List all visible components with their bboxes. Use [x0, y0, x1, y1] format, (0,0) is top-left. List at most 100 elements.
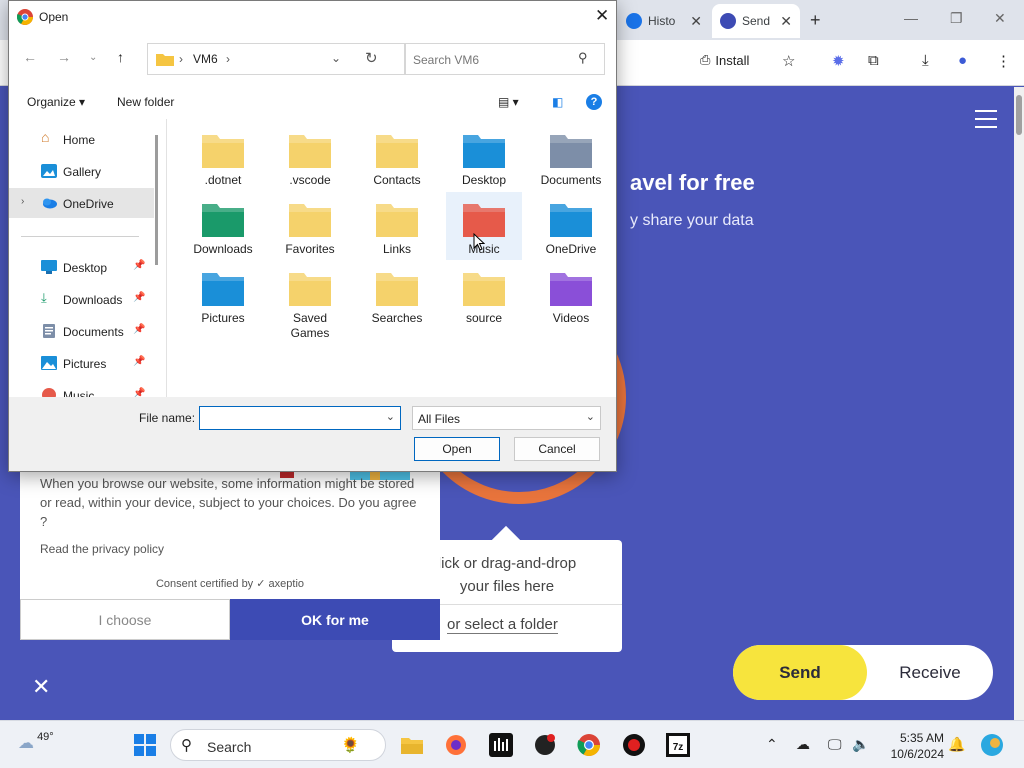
recent-chevron-icon[interactable]: ⌄	[89, 52, 97, 63]
breadcrumb-chevron-icon[interactable]: ›	[226, 52, 230, 66]
hamburger-menu-icon[interactable]	[975, 110, 997, 134]
audio-app-icon[interactable]	[489, 733, 513, 757]
file-item[interactable]: Videos	[533, 261, 609, 329]
address-dropdown-icon[interactable]: ⌄	[331, 51, 341, 65]
file-item[interactable]: Saved Games	[272, 261, 348, 340]
close-icon[interactable]: ✕	[690, 13, 702, 30]
file-explorer-icon[interactable]	[400, 733, 424, 757]
7zip-icon[interactable]: 7z	[666, 733, 690, 757]
obs-app-icon[interactable]	[533, 733, 557, 757]
firefox-icon[interactable]	[444, 733, 468, 757]
file-item[interactable]: Documents	[533, 123, 609, 191]
expand-chevron-icon[interactable]: ›	[21, 196, 24, 207]
nav-item-documents[interactable]: Documents 📌	[9, 316, 154, 346]
file-item[interactable]: Links	[359, 192, 435, 260]
file-item[interactable]: Favorites	[272, 192, 348, 260]
breadcrumb-vm6[interactable]: VM6	[193, 52, 218, 66]
nav-item-music[interactable]: Music 📌	[9, 380, 154, 397]
search-box[interactable]: Search VM6 ⚲	[405, 43, 605, 75]
weather-widget[interactable]: ☁ 49°	[18, 731, 54, 753]
file-name-input[interactable]: ⌄	[199, 406, 401, 430]
file-item[interactable]: Desktop	[446, 123, 522, 191]
dialog-close-icon[interactable]: ✕	[595, 6, 609, 26]
file-item[interactable]: OneDrive	[533, 192, 609, 260]
folder-icon	[202, 204, 244, 237]
onedrive-offline-icon[interactable]: ☁	[796, 736, 810, 753]
file-item[interactable]: Downloads	[185, 192, 261, 260]
back-arrow-icon[interactable]: ←	[23, 49, 37, 65]
select-folder-link[interactable]: or select a folder	[447, 616, 558, 634]
home-icon: ⌂	[41, 129, 50, 145]
file-item[interactable]: Searches	[359, 261, 435, 329]
address-bar[interactable]: › VM6 › ⌄ ↻	[147, 43, 405, 75]
chrome-taskbar-icon[interactable]	[577, 733, 601, 757]
nav-label: OneDrive	[63, 197, 114, 211]
volume-icon[interactable]: 🔈	[852, 736, 869, 753]
tab-history[interactable]: Histo ✕	[618, 4, 710, 38]
search-icon[interactable]: ⚲	[578, 50, 588, 66]
cancel-button[interactable]: Cancel	[514, 437, 600, 461]
preview-pane-icon[interactable]: ◧	[552, 95, 563, 109]
close-icon[interactable]: ✕	[32, 674, 50, 700]
copilot-icon[interactable]	[980, 733, 1004, 757]
taskbar-search[interactable]: ⚲ Search 🌻	[170, 729, 386, 761]
privacy-policy-link[interactable]: Read the privacy policy	[40, 542, 164, 556]
i-choose-button[interactable]: I choose	[20, 599, 230, 640]
install-button[interactable]: ⎙ Install	[700, 52, 749, 68]
nav-scrollbar[interactable]	[154, 119, 160, 397]
cloud-icon: ☁	[18, 735, 34, 752]
page-scrollbar[interactable]	[1014, 87, 1024, 720]
nav-item-gallery[interactable]: Gallery	[9, 156, 154, 186]
file-item[interactable]: Contacts	[359, 123, 435, 191]
nav-label: Music	[63, 389, 95, 397]
receive-button[interactable]: Receive	[867, 645, 993, 700]
file-item[interactable]: source	[446, 261, 522, 329]
tray-chevron-up-icon[interactable]: ⌃	[766, 736, 778, 753]
tab-send[interactable]: Send ✕	[712, 4, 800, 38]
scrollbar-thumb[interactable]	[1016, 95, 1022, 135]
nav-item-desktop[interactable]: Desktop 📌	[9, 252, 154, 282]
download-icon[interactable]: ⤓	[922, 52, 929, 69]
extension-gear-icon[interactable]: ✹	[832, 52, 845, 70]
view-options-icon[interactable]: ▤ ▾	[498, 95, 519, 109]
profile-avatar-icon[interactable]: ●	[958, 52, 967, 69]
network-icon[interactable]: 🖵	[828, 736, 842, 753]
menu-dots-icon[interactable]: ⋮	[996, 52, 1011, 70]
extensions-puzzle-icon[interactable]: ⧉	[868, 52, 879, 69]
up-arrow-icon[interactable]: ↑	[117, 49, 124, 65]
file-type-dropdown-icon[interactable]: ⌄	[586, 410, 595, 423]
open-button[interactable]: Open	[414, 437, 500, 461]
restore-icon[interactable]: ❐	[950, 10, 963, 27]
send-button[interactable]: Send	[733, 645, 867, 700]
record-app-icon[interactable]	[622, 733, 646, 757]
organize-button[interactable]: Organize ▾	[27, 95, 85, 109]
clock[interactable]: 5:35 AM 10/6/2024	[884, 730, 944, 762]
file-type-select[interactable]: All Files ⌄	[412, 406, 601, 430]
svg-text:7z: 7z	[673, 742, 684, 753]
tab-label: Send	[742, 14, 771, 28]
ok-for-me-button[interactable]: OK for me	[230, 599, 440, 640]
nav-item-home[interactable]: ⌂ Home	[9, 124, 154, 154]
help-icon[interactable]: ?	[586, 94, 602, 110]
notification-bell-icon[interactable]: 🔔	[948, 736, 965, 753]
bookmark-star-icon[interactable]: ☆	[782, 52, 795, 70]
windows-start-icon[interactable]	[133, 733, 157, 757]
nav-item-pictures[interactable]: Pictures 📌	[9, 348, 154, 378]
new-tab-icon[interactable]: +	[810, 10, 821, 31]
nav-scrollbar-thumb[interactable]	[155, 135, 158, 265]
close-icon[interactable]: ✕	[780, 13, 792, 30]
forward-arrow-icon[interactable]: →	[57, 49, 71, 65]
new-folder-button[interactable]: New folder	[117, 95, 174, 109]
folder-icon	[463, 135, 505, 168]
file-name-dropdown-icon[interactable]: ⌄	[386, 410, 395, 423]
minimize-icon[interactable]: —	[904, 10, 918, 26]
refresh-icon[interactable]: ↻	[365, 49, 378, 67]
window-close-icon[interactable]: ✕	[994, 10, 1006, 27]
nav-item-onedrive[interactable]: › OneDrive	[9, 188, 154, 218]
file-item[interactable]: .dotnet	[185, 123, 261, 191]
file-item[interactable]: .vscode	[272, 123, 348, 191]
install-label: Install	[715, 52, 750, 68]
nav-item-downloads[interactable]: ⤓ Downloads 📌	[9, 284, 154, 314]
file-item[interactable]: Pictures	[185, 261, 261, 329]
documents-icon	[43, 324, 55, 338]
